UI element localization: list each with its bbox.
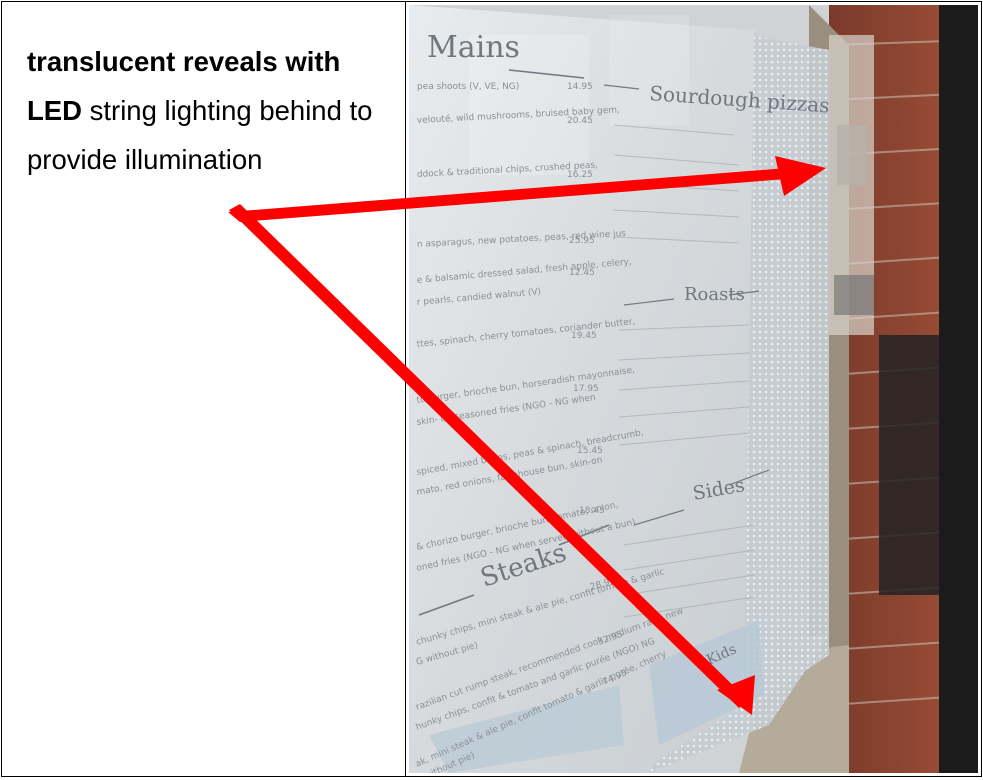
menu-price: 12.45 xyxy=(569,268,595,278)
led-reveal-side xyxy=(739,35,829,715)
photo-illustration: Mains Sourdough pizzas Roasts Sides Stea… xyxy=(409,5,978,773)
menu-price: 15.45 xyxy=(577,446,603,456)
caption-cell: translucent reveals with LED string ligh… xyxy=(1,1,406,777)
lightbox-photo: Mains Sourdough pizzas Roasts Sides Stea… xyxy=(409,5,978,773)
menu-line: pea shoots (V, VE, NG) xyxy=(417,82,519,92)
menu-price: 18.45 xyxy=(579,506,605,516)
menu-price: 20.45 xyxy=(567,116,593,126)
menu-price: 25.95 xyxy=(569,236,595,246)
menu-price: 19.45 xyxy=(571,331,597,341)
heading-mains: Mains xyxy=(427,30,520,65)
dark-railing xyxy=(879,335,939,595)
menu-price: 14.95 xyxy=(567,82,593,92)
dark-pipe xyxy=(939,5,978,773)
caption-text: translucent reveals with LED string ligh… xyxy=(27,37,387,184)
menu-price: 16.25 xyxy=(567,170,593,180)
menu-price: 17.95 xyxy=(573,384,599,394)
